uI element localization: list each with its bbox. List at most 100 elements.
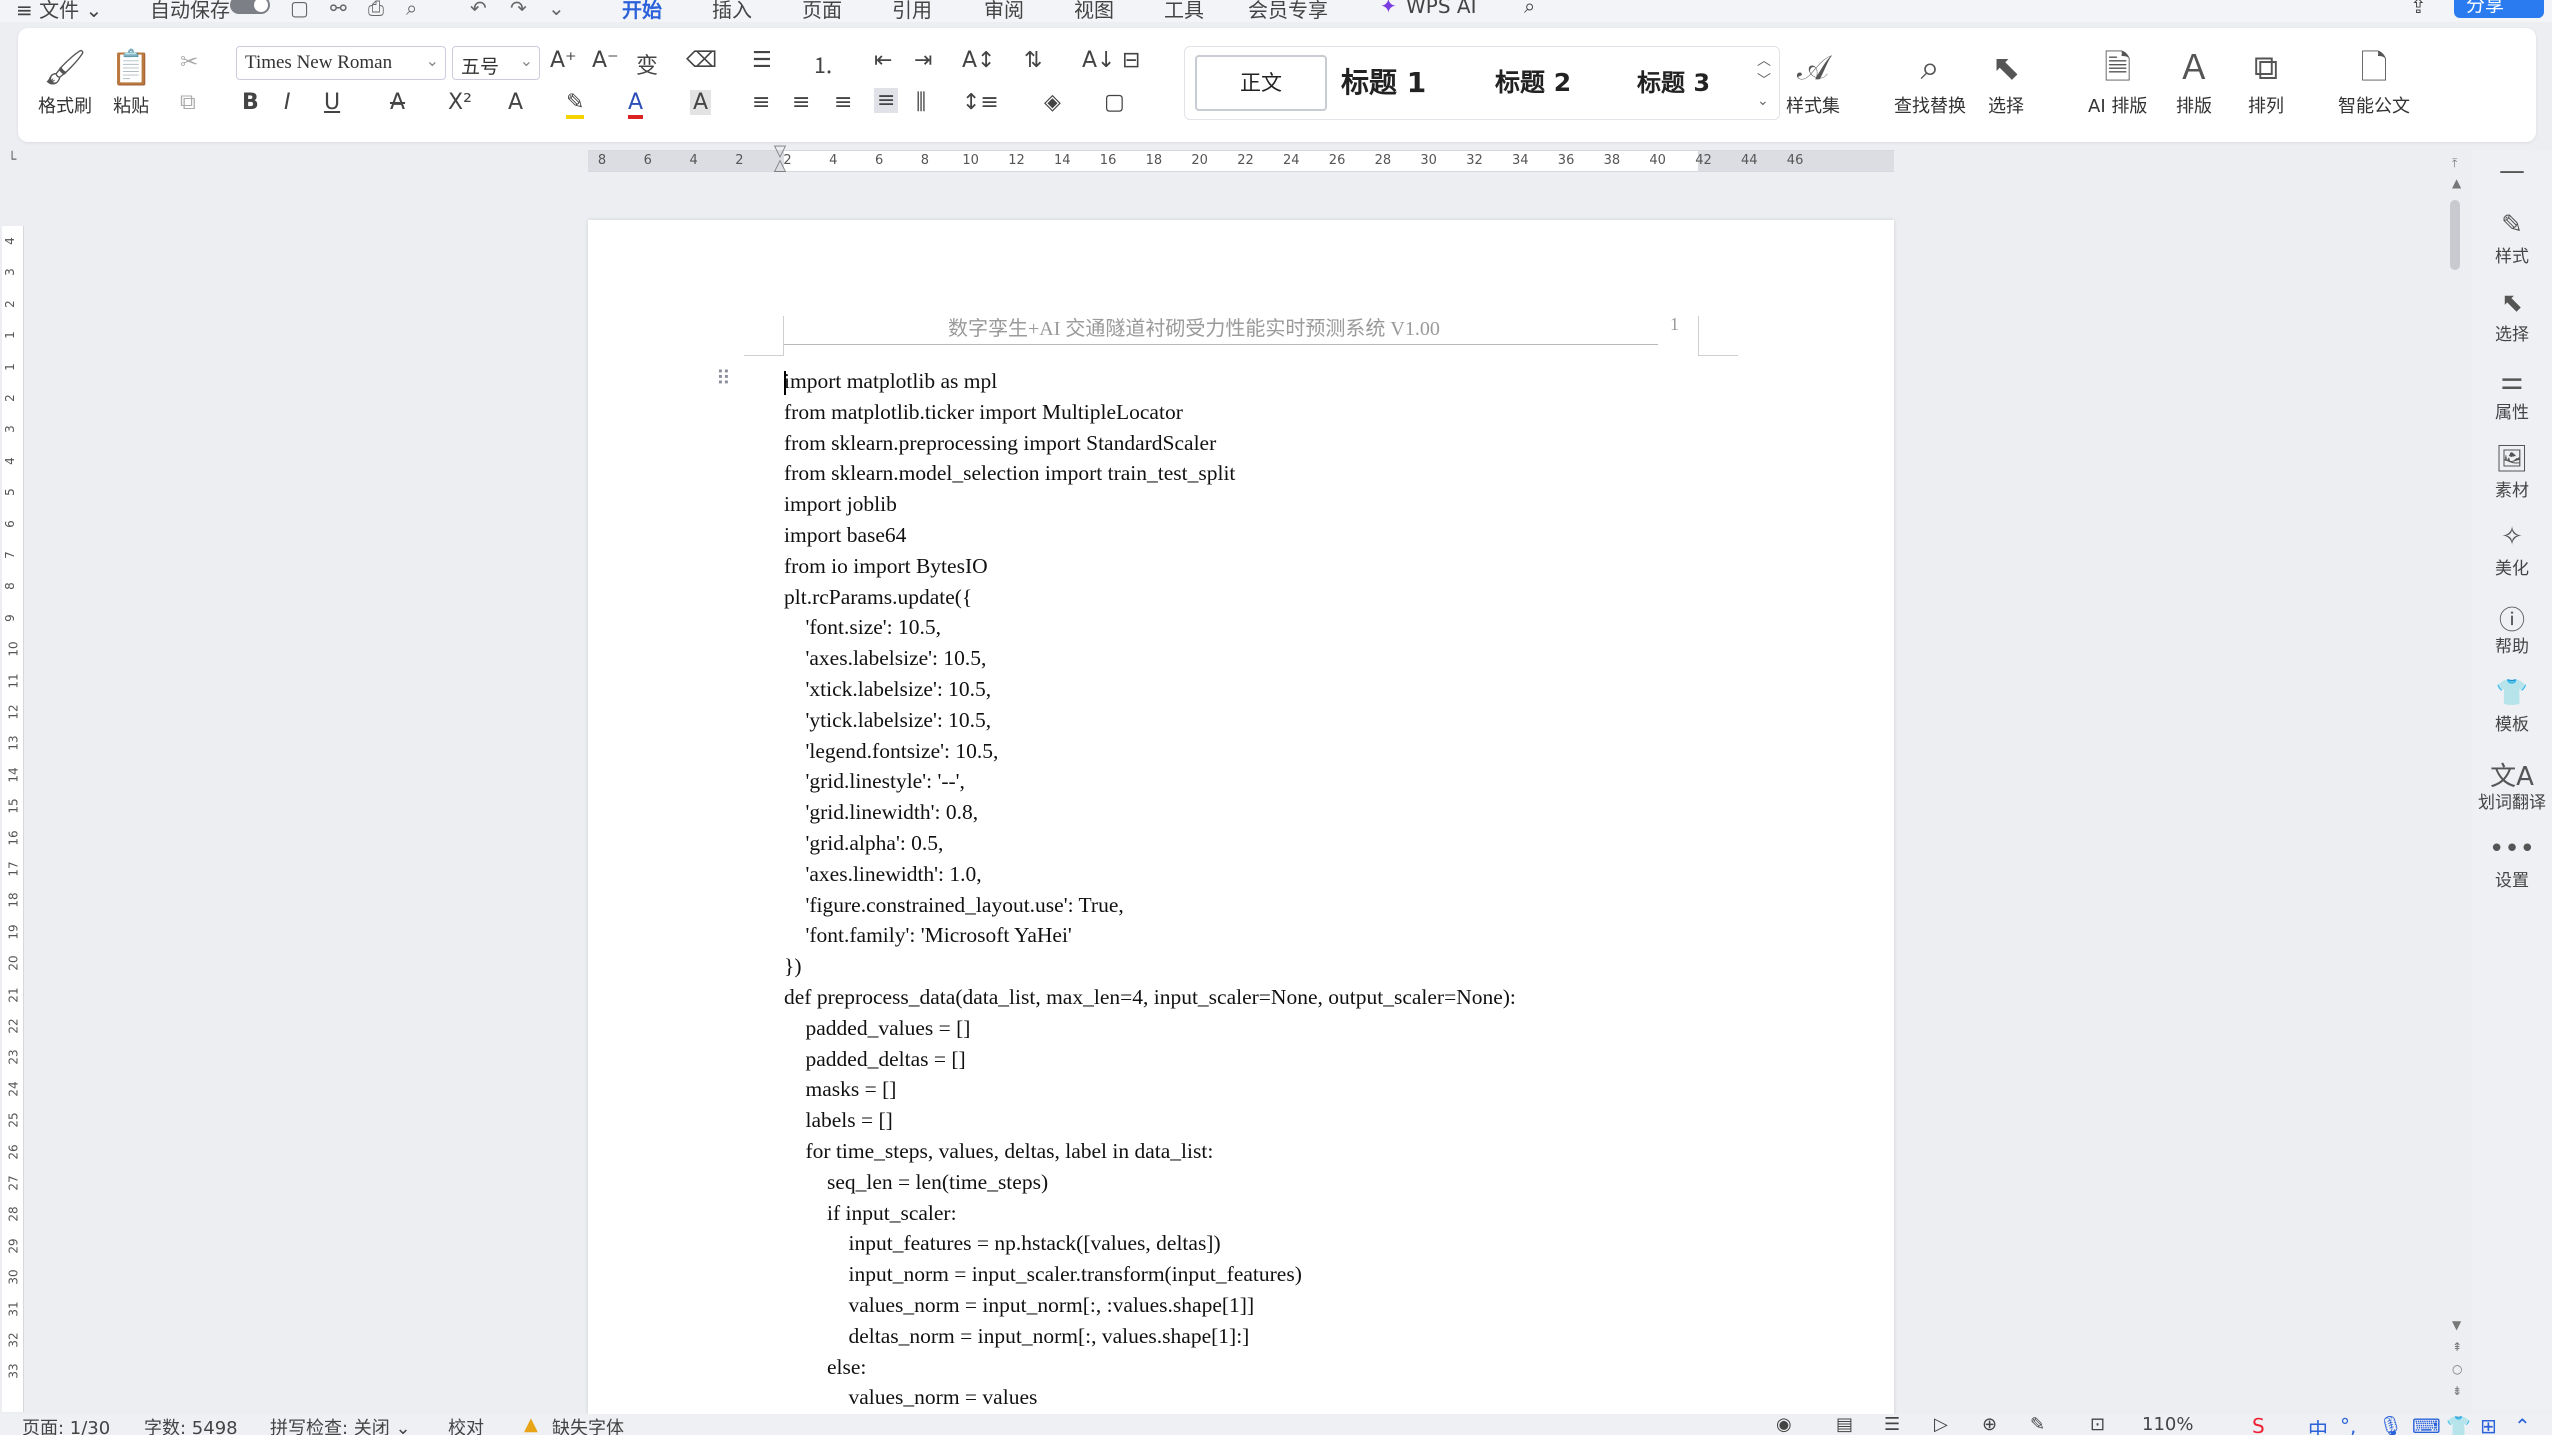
style-heading2[interactable]: 标题 2 [1495,57,1571,109]
tab-reference[interactable]: 引用 [892,0,932,22]
zoom-level[interactable]: 110% [2142,1414,2193,1435]
outline-view-icon[interactable]: ☰ [1884,1414,1900,1435]
print-preview-icon[interactable]: ⌕ [406,0,417,20]
tab-view[interactable]: 视图 [1074,0,1114,22]
side-beautify-button[interactable]: ✧ 美化 [2472,522,2552,579]
align-left-icon[interactable]: ≡ [752,90,770,115]
autosave-toggle[interactable] [230,0,270,14]
side-settings-button[interactable]: ••• 设置 [2472,834,2552,891]
underline-icon[interactable]: U [324,90,340,115]
decrease-indent-icon[interactable]: ⇤ [874,48,892,73]
align-right-icon[interactable]: ≡ [834,90,852,115]
print-icon[interactable]: ⎙ [368,0,384,20]
highlight-icon[interactable]: ✎ [566,90,585,119]
proofread-button[interactable]: 校对 [448,1414,484,1435]
scroll-up-icon[interactable]: ▲ [2452,176,2461,190]
phonetic-guide-icon[interactable]: 变 [636,48,658,80]
redo-icon[interactable]: ↷ [510,0,527,20]
side-assets-button[interactable]: 🖼 素材 [2472,444,2552,501]
undo-icon[interactable]: ↶ [470,0,487,20]
spellcheck-toggle[interactable]: 拼写检查: 关闭 ⌄ [270,1414,411,1435]
style-heading3[interactable]: 标题 3 [1637,57,1710,109]
numbered-list-icon[interactable]: ⒈ [812,48,834,80]
side-translate-button[interactable]: 文A 划词翻译 [2472,756,2552,813]
scroll-down-icon[interactable]: ▼ [2452,1318,2461,1332]
ime-expand-icon[interactable]: ⌃ [2514,1414,2531,1435]
eraser-icon[interactable]: ⌫ [686,48,717,73]
ime-chinese-icon[interactable]: 中 [2308,1414,2328,1435]
styles-scroll-icon[interactable]: ︿ ﹀ ⌄ [1757,51,1771,111]
side-help-button[interactable]: ⓘ 帮助 [2472,600,2552,657]
typeset-button[interactable]: Ａ 排版 [2176,44,2212,118]
ime-skin-icon[interactable]: 👕 [2446,1414,2471,1435]
increase-font-icon[interactable]: A⁺ [550,48,577,73]
font-size-select[interactable]: 五号 ⌄ [452,46,540,80]
drag-handle-icon[interactable]: ⠿ [716,366,731,390]
share-button[interactable]: 分享 [2454,0,2544,18]
tab-home[interactable]: 开始 [622,0,662,22]
find-replace-button[interactable]: ⌕ 查找替换 [1894,44,1966,118]
write-mode-icon[interactable]: ✎ [2030,1414,2045,1435]
style-set-button[interactable]: 𝒜 样式集 [1786,44,1840,118]
align-center-icon[interactable]: ≡ [792,90,810,115]
decrease-font-icon[interactable]: A⁻ [592,48,619,73]
shading-icon[interactable]: ◈ [1044,90,1061,115]
text-direction-icon[interactable]: A↕ [962,48,995,73]
cloud-upload-icon[interactable]: ⇪ [2410,0,2427,18]
missing-font-button[interactable]: 缺失字体 [552,1414,624,1435]
ime-punct-icon[interactable]: °, [2340,1414,2356,1435]
char-shading-icon[interactable]: A [690,90,712,115]
strikethrough-icon[interactable]: A [390,90,405,115]
ime-keyboard-icon[interactable]: ⌨ [2412,1414,2441,1435]
side-template-button[interactable]: 👕 模板 [2472,678,2552,735]
ime-tools-icon[interactable]: ⊞ [2480,1414,2497,1435]
indent-marker-icon[interactable]: ▽ △ [773,143,787,174]
increase-indent-icon[interactable]: ⇥ [914,48,932,73]
fit-page-icon[interactable]: ⊡ [2090,1414,2105,1435]
side-properties-button[interactable]: ⚌ 属性 [2472,366,2552,423]
font-name-select[interactable]: Times New Roman ⌄ [236,46,446,80]
paste-button[interactable]: 📋 粘贴 [110,44,152,118]
style-heading1[interactable]: 标题 1 [1341,57,1426,109]
select-browse-icon[interactable]: ○ [2452,1362,2462,1376]
minimize-panel-icon[interactable]: — [2472,156,2552,188]
justify-icon[interactable]: ≡ [874,88,899,113]
page-indicator[interactable]: 页面: 1/30 [22,1414,110,1435]
show-marks-icon[interactable]: ⊟ [1122,48,1140,73]
vertical-scrollbar-thumb[interactable] [2450,200,2460,270]
tab-wps-ai[interactable]: WPS AI [1406,0,1476,18]
tab-review[interactable]: 审阅 [984,0,1024,22]
reading-mode-icon[interactable]: ▷ [1934,1414,1948,1435]
text-effect-icon[interactable]: A [508,90,523,115]
asian-layout-icon[interactable]: A↓ [1082,48,1115,73]
document-page[interactable]: 数字孪生+AI 交通隧道衬砌受力性能实时预测系统 V1.00 1 ⠿ impor… [588,220,1894,1420]
border-icon[interactable]: ▢ [1104,90,1125,115]
ime-mic-icon[interactable]: 🎙 [2378,1414,2403,1435]
superscript-icon[interactable]: X² [448,90,472,115]
tab-member[interactable]: 会员专享 [1248,0,1328,22]
code-text-block[interactable]: import matplotlib as mpl from matplotlib.… [784,366,1784,1413]
prev-page-icon[interactable]: ⇞ [2452,1340,2462,1354]
line-spacing-icon[interactable]: ↕≡ [962,90,999,115]
scroll-top-icon[interactable]: ⤒ [2452,156,2457,171]
style-normal[interactable]: 正文 [1195,55,1327,111]
distribute-icon[interactable]: ⫼ [916,90,926,115]
tab-stop-selector[interactable]: └ [8,152,16,168]
search-icon[interactable]: ⌕ [1524,0,1535,18]
save-icon[interactable]: ▢ [290,0,309,20]
share-link-icon[interactable]: ⚯ [330,0,347,20]
bold-icon[interactable]: B [242,90,259,115]
tab-page[interactable]: 页面 [802,0,842,22]
font-color-icon[interactable]: A [628,90,644,119]
sort-icon[interactable]: ⇅ [1024,48,1042,73]
tab-tools[interactable]: 工具 [1164,0,1204,22]
sogou-ime-icon[interactable]: S [2252,1414,2265,1435]
next-page-icon[interactable]: ⇟ [2452,1384,2462,1398]
page-view-icon[interactable]: ▤ [1836,1414,1853,1435]
ai-layout-button[interactable]: 🗎 AI 排版 [2088,44,2147,118]
side-style-button[interactable]: ✎ 样式 [2472,210,2552,267]
select-button[interactable]: ⬉ 选择 [1988,44,2024,118]
bullet-list-icon[interactable]: ☰ [752,48,772,73]
format-painter-button[interactable]: 🖌 格式刷 [38,44,92,118]
arrange-button[interactable]: ⧉ 排列 [2248,44,2284,118]
